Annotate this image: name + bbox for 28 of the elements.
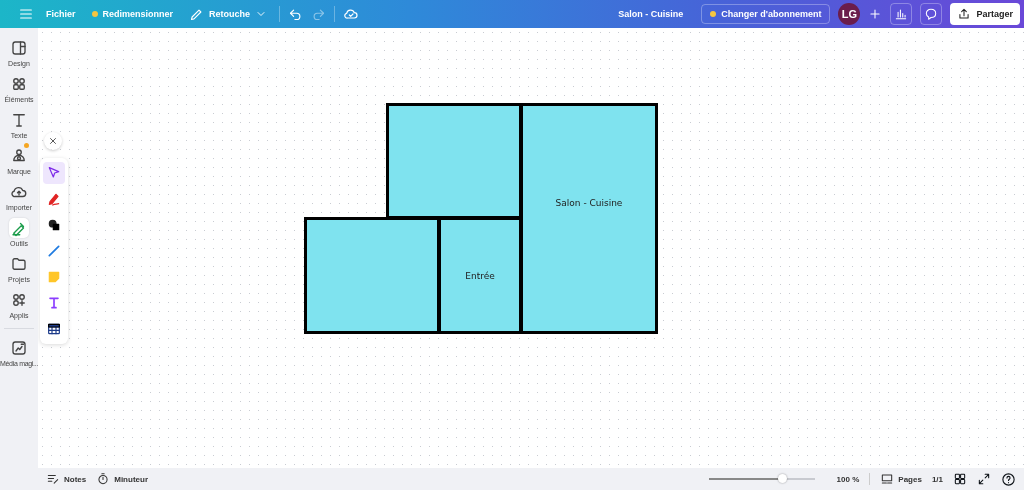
document-title: Salon - Cuisine [618, 9, 684, 19]
text-icon[interactable] [10, 111, 28, 129]
apps-icon[interactable] [10, 291, 28, 309]
room-label: Entrée [465, 270, 495, 281]
folder-icon[interactable] [10, 255, 28, 273]
close-button[interactable] [44, 132, 62, 150]
share-button[interactable]: Partager [950, 3, 1020, 25]
help-icon[interactable] [1001, 471, 1016, 487]
avatar[interactable]: LG [838, 3, 861, 25]
layout-icon[interactable] [10, 39, 28, 57]
zoom-percent[interactable]: 100 % [836, 474, 860, 484]
plus-icon[interactable] [868, 7, 883, 21]
timer-icon[interactable] [96, 472, 111, 486]
page-counter: 1/1 [931, 474, 943, 484]
pages-button[interactable]: Pages [880, 472, 922, 486]
upgrade-button[interactable]: Changer d'abonnement [701, 4, 831, 24]
timer-button[interactable]: Minuteur [96, 472, 148, 486]
cloud-check-icon[interactable] [343, 6, 360, 22]
room-label: Salon - Cuisine [555, 197, 623, 208]
image-sparkle-icon[interactable] [10, 339, 28, 357]
close-icon[interactable] [48, 136, 58, 146]
share-icon[interactable] [957, 7, 972, 21]
pages-icon[interactable] [880, 472, 895, 486]
expand-icon[interactable] [977, 472, 991, 486]
grid-view-icon[interactable] [953, 472, 967, 486]
shapes-icon[interactable] [10, 75, 28, 93]
notes-icon[interactable] [46, 472, 60, 486]
notes-button[interactable]: Notes [46, 472, 87, 486]
